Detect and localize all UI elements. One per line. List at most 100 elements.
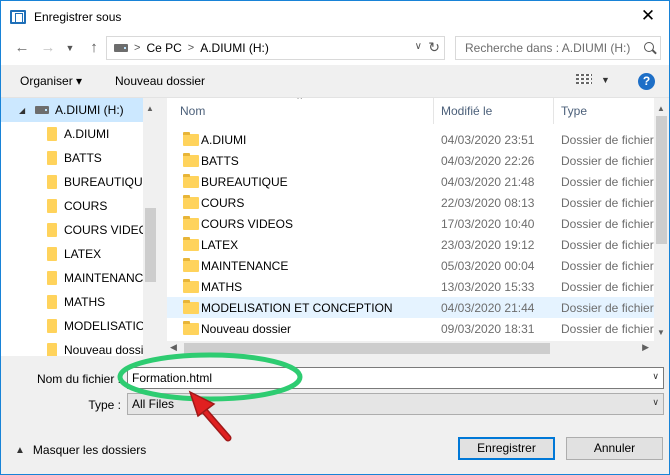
scroll-up-icon[interactable]: ▲ bbox=[657, 104, 665, 113]
sidebar-item-folder[interactable]: Nouveau dossier bbox=[1, 338, 143, 356]
scroll-right-icon[interactable]: ▶ bbox=[642, 342, 649, 353]
sidebar-item-label: MODELISATION bbox=[64, 319, 143, 333]
list-item[interactable]: MATHS 13/03/2020 15:33 Dossier de fichiers bbox=[167, 276, 669, 297]
sidebar-item-label: A.DIUMI (H:) bbox=[55, 103, 124, 117]
up-arrow-icon[interactable]: ↑ bbox=[85, 39, 103, 57]
list-item[interactable]: A.DIUMI 04/03/2020 23:51 Dossier de fichie… bbox=[167, 129, 669, 150]
refresh-icon[interactable]: ↻ bbox=[428, 39, 440, 56]
scrollbar-thumb[interactable] bbox=[145, 208, 156, 282]
file-name: COURS bbox=[201, 195, 245, 210]
sidebar-item-folder[interactable]: LATEX bbox=[1, 242, 143, 266]
list-item[interactable]: BUREAUTIQUE 04/03/2020 21:48 Dossier de fi… bbox=[167, 171, 669, 192]
address-dropdown-icon[interactable]: ∨ bbox=[415, 41, 422, 52]
scroll-down-icon[interactable]: ▼ bbox=[657, 328, 665, 337]
file-name: LATEX bbox=[201, 237, 239, 252]
sidebar-item-label: BUREAUTIQUE bbox=[64, 175, 143, 189]
help-icon[interactable]: ? bbox=[638, 73, 655, 90]
sidebar-item-folder[interactable]: A.DIUMI bbox=[1, 122, 143, 146]
sidebar-item-folder[interactable]: MAINTENANCE bbox=[1, 266, 143, 290]
folder-icon bbox=[183, 131, 199, 146]
file-modified: 04/03/2020 22:26 bbox=[441, 153, 535, 168]
address-bar[interactable]: > Ce PC > A.DIUMI (H:) ∨ ↻ bbox=[106, 36, 445, 60]
close-icon[interactable]: ✕ bbox=[639, 7, 657, 25]
forward-arrow-icon[interactable]: → bbox=[39, 39, 57, 57]
folder-icon bbox=[47, 199, 57, 213]
sidebar-item-folder[interactable]: BATTS bbox=[1, 146, 143, 170]
expand-chevron-icon[interactable]: ◢ bbox=[19, 106, 29, 115]
hide-folders-toggle[interactable]: ▲ Masquer les dossiers bbox=[15, 443, 146, 457]
folder-icon bbox=[183, 299, 199, 314]
file-name: MODELISATION ET CONCEPTION bbox=[201, 300, 393, 315]
sidebar-item-folder[interactable]: MATHS bbox=[1, 290, 143, 314]
chevron-down-icon[interactable]: ∨ bbox=[652, 371, 659, 382]
list-item[interactable]: Nouveau dossier 09/03/2020 18:31 Dossier d… bbox=[167, 318, 669, 339]
scroll-left-icon[interactable]: ◀ bbox=[170, 342, 177, 353]
sidebar-item-folder[interactable]: COURS bbox=[1, 194, 143, 218]
breadcrumb-drive[interactable]: A.DIUMI (H:) bbox=[200, 41, 269, 55]
column-header-modified[interactable]: Modifié le bbox=[428, 98, 553, 124]
sidebar-item-label: MATHS bbox=[64, 295, 106, 309]
breadcrumb-separator-icon[interactable]: > bbox=[188, 42, 194, 54]
file-modified: 22/03/2020 08:13 bbox=[441, 195, 535, 210]
sidebar-item-label: MAINTENANCE bbox=[64, 271, 143, 285]
file-type: Dossier de fichiers bbox=[561, 216, 660, 231]
search-icon[interactable] bbox=[644, 42, 654, 52]
cancel-button[interactable]: Annuler bbox=[566, 437, 663, 460]
chevron-down-icon[interactable]: ∨ bbox=[652, 397, 659, 408]
filename-label: Nom du fichier : bbox=[36, 372, 121, 386]
file-name: BATTS bbox=[201, 153, 239, 168]
sidebar-item-label: COURS bbox=[64, 199, 108, 213]
file-name: COURS VIDEOS bbox=[201, 216, 294, 231]
column-header-type[interactable]: Type bbox=[548, 98, 668, 124]
scroll-up-icon[interactable]: ▲ bbox=[146, 104, 154, 113]
list-item[interactable]: MAINTENANCE 05/03/2020 00:04 Dossier de fi… bbox=[167, 255, 669, 276]
folder-icon bbox=[47, 175, 57, 189]
scrollbar-thumb[interactable] bbox=[656, 116, 667, 244]
new-folder-button[interactable]: Nouveau dossier bbox=[115, 74, 205, 88]
filetype-select[interactable]: All Files ∨ bbox=[127, 393, 664, 415]
sidebar-item-folder[interactable]: COURS VIDEOS bbox=[1, 218, 143, 242]
file-type: Dossier de fichiers bbox=[561, 237, 660, 252]
folder-icon bbox=[47, 247, 57, 261]
filename-input[interactable] bbox=[132, 371, 632, 385]
list-item[interactable]: COURS 22/03/2020 08:13 Dossier de fichiers bbox=[167, 192, 669, 213]
window-title: Enregistrer sous bbox=[34, 9, 122, 24]
save-button[interactable]: Enregistrer bbox=[458, 437, 555, 460]
folder-icon bbox=[47, 223, 57, 237]
back-arrow-icon[interactable]: ← bbox=[13, 39, 31, 57]
file-modified: 05/03/2020 00:04 bbox=[441, 258, 535, 273]
file-modified: 04/03/2020 21:48 bbox=[441, 174, 535, 189]
organize-menu-button[interactable]: Organiser ▾ bbox=[20, 74, 82, 88]
list-item[interactable]: COURS VIDEOS 17/03/2020 10:40 Dossier de f… bbox=[167, 213, 669, 234]
file-type: Dossier de fichiers bbox=[561, 300, 660, 315]
sidebar-item-folder[interactable]: BUREAUTIQUE bbox=[1, 170, 143, 194]
filename-field[interactable]: ∨ bbox=[127, 367, 664, 389]
list-item[interactable]: MODELISATION ET CONCEPTION 04/03/2020 21:… bbox=[167, 297, 669, 318]
sidebar-scrollbar[interactable]: ▲ bbox=[143, 98, 158, 356]
file-modified: 17/03/2020 10:40 bbox=[441, 216, 535, 231]
scrollbar-thumb[interactable] bbox=[184, 343, 550, 354]
title-bar: Enregistrer sous ✕ bbox=[1, 1, 669, 32]
file-type: Dossier de fichiers bbox=[561, 258, 660, 273]
view-options-dropdown-icon[interactable]: ▼ bbox=[601, 75, 610, 85]
folder-icon bbox=[183, 152, 199, 167]
window-app-icon bbox=[10, 9, 26, 24]
folder-icon bbox=[47, 343, 57, 356]
folder-icon bbox=[183, 257, 199, 272]
list-item[interactable]: LATEX 23/03/2020 19:12 Dossier de fichiers bbox=[167, 234, 669, 255]
file-list-horizontal-scrollbar[interactable]: ◀ ▶ bbox=[167, 341, 654, 356]
list-item[interactable]: BATTS 04/03/2020 22:26 Dossier de fichiers bbox=[167, 150, 669, 171]
recent-locations-chevron-icon[interactable]: ▼ bbox=[61, 39, 79, 57]
file-modified: 23/03/2020 19:12 bbox=[441, 237, 535, 252]
view-details-icon[interactable] bbox=[576, 74, 592, 87]
file-list-vertical-scrollbar[interactable]: ▲ ▼ bbox=[654, 98, 669, 341]
search-input[interactable] bbox=[465, 41, 645, 55]
sidebar-item-folder[interactable]: MODELISATION bbox=[1, 314, 143, 338]
sort-ascending-icon: ˄ bbox=[297, 98, 302, 102]
breadcrumb-separator-icon[interactable]: > bbox=[134, 42, 140, 54]
breadcrumb-this-pc[interactable]: Ce PC bbox=[146, 41, 181, 55]
search-box[interactable] bbox=[455, 36, 661, 60]
filetype-value: All Files bbox=[132, 397, 175, 411]
sidebar-item-drive[interactable]: ◢ A.DIUMI (H:) bbox=[1, 98, 143, 122]
folder-icon bbox=[47, 295, 57, 309]
